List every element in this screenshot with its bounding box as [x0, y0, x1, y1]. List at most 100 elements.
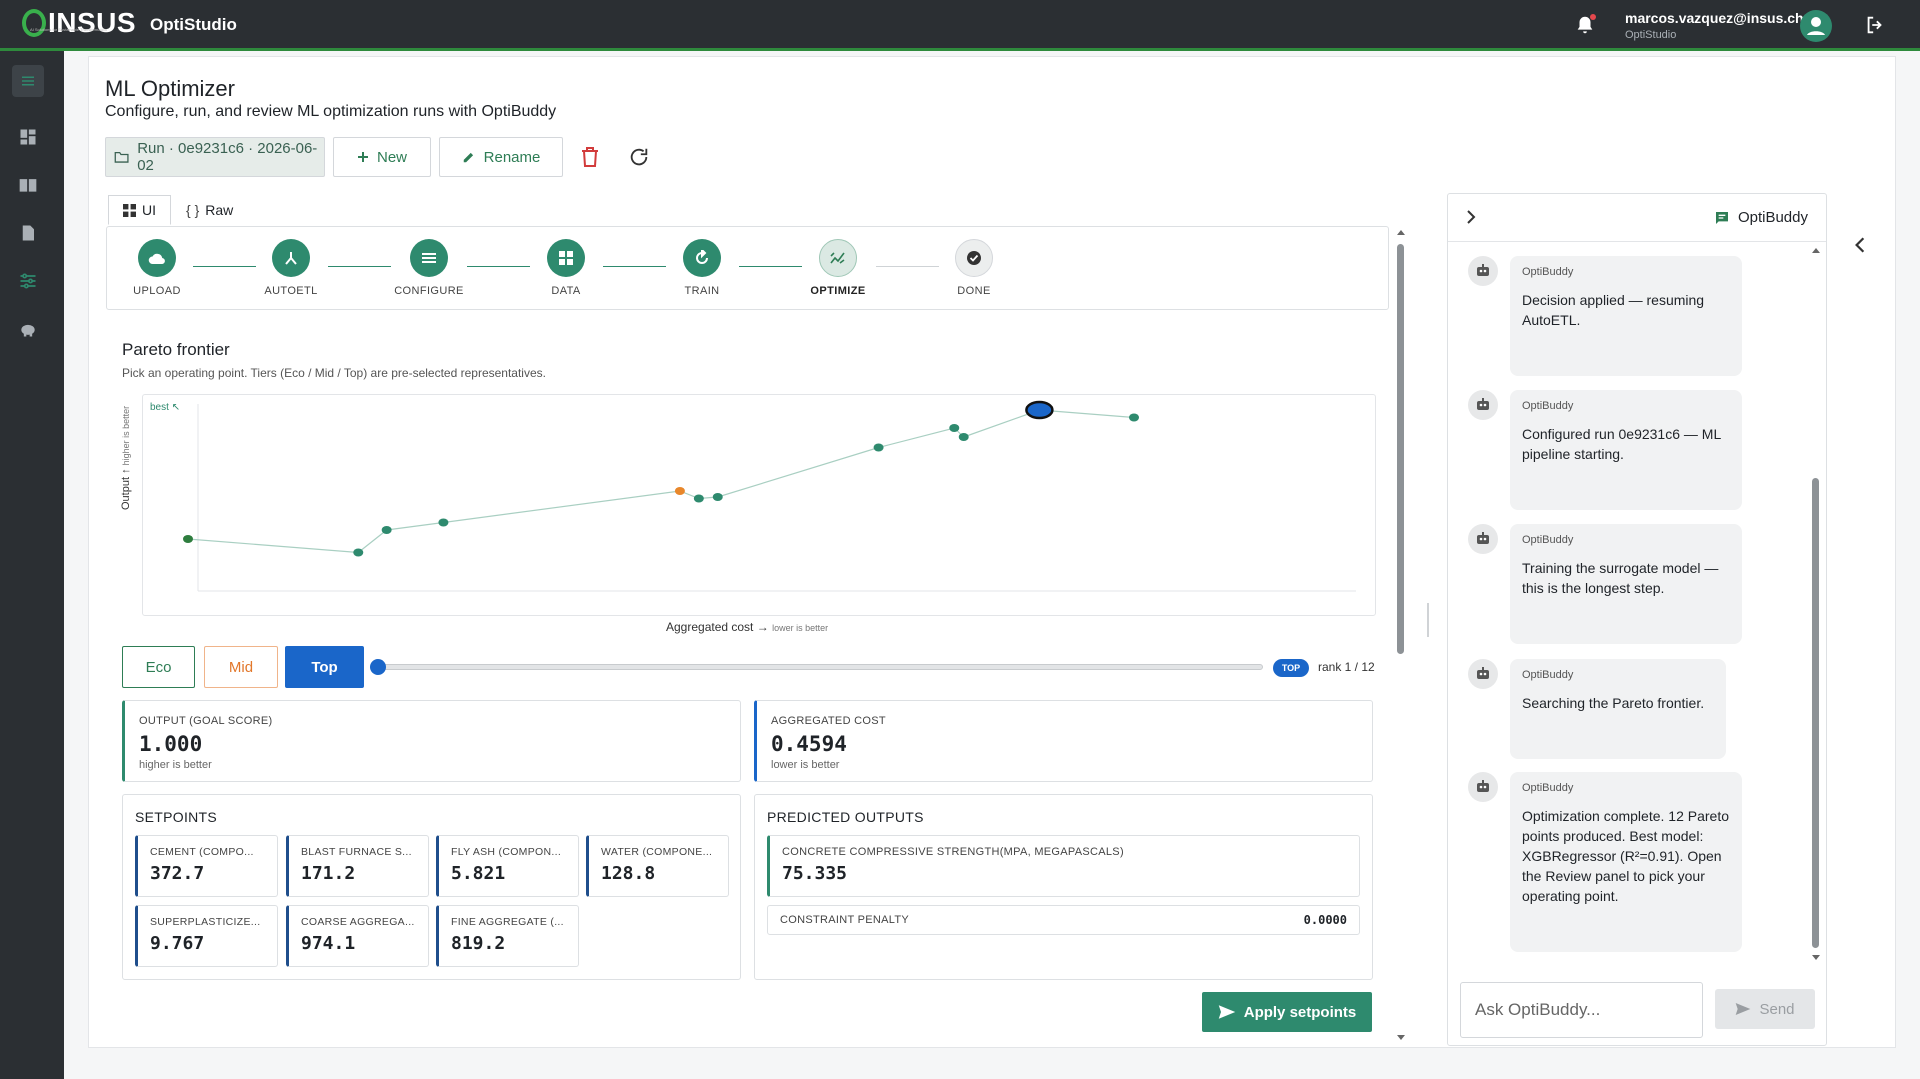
new-button[interactable]: New: [333, 137, 431, 177]
scroll-thumb[interactable]: [1812, 478, 1819, 948]
notification-bell-icon[interactable]: [1574, 14, 1596, 36]
apply-setpoints-button[interactable]: Apply setpoints: [1202, 992, 1372, 1032]
step-upload[interactable]: UPLOAD: [107, 239, 207, 297]
pareto-point[interactable]: [693, 494, 704, 503]
setpoint-card[interactable]: WATER (COMPONE... 128.8: [586, 835, 729, 897]
scroll-thumb[interactable]: [1397, 244, 1404, 654]
penalty-label: CONSTRAINT PENALTY: [780, 914, 910, 926]
view-tabs: UI { } Raw: [108, 195, 248, 225]
setpoint-value: 819.2: [451, 933, 506, 954]
delete-icon[interactable]: [580, 146, 600, 173]
penalty-value: 0.0000: [1303, 913, 1347, 927]
resize-handle[interactable]: [1427, 603, 1429, 637]
step-label: DATA: [551, 285, 581, 297]
bot-avatar-icon: [1468, 524, 1498, 554]
tier-top-button[interactable]: Top: [285, 646, 364, 688]
book-icon[interactable]: [12, 169, 44, 201]
refresh-icon[interactable]: [628, 146, 650, 173]
pareto-point-selected[interactable]: [1025, 400, 1054, 420]
setpoint-card[interactable]: BLAST FURNACE S... 171.2: [286, 835, 429, 897]
setpoint-card[interactable]: COARSE AGGREGA... 974.1: [286, 905, 429, 967]
step-configure[interactable]: CONFIGURE: [379, 239, 479, 297]
rename-button[interactable]: Rename: [439, 137, 563, 177]
setpoint-value: 128.8: [601, 863, 656, 884]
setpoint-card[interactable]: CEMENT (COMPO... 372.7: [135, 835, 278, 897]
step-done[interactable]: DONE: [924, 239, 1024, 297]
strength-card: CONCRETE COMPRESSIVE STRENGTH(MPA, MEGAP…: [767, 835, 1360, 897]
piggy-bank-icon[interactable]: [12, 313, 44, 345]
pareto-point[interactable]: [183, 535, 193, 543]
pareto-point[interactable]: [438, 518, 449, 527]
step-label: DONE: [957, 285, 991, 297]
content-scrollbar[interactable]: [1394, 226, 1408, 1042]
setpoint-card[interactable]: FINE AGGREGATE (... 819.2: [436, 905, 579, 967]
cost-kpi-card: AGGREGATED COST 0.4594 lower is better: [754, 700, 1373, 782]
user-info[interactable]: marcos.vazquez@insus.ch OptiStudio: [1625, 10, 1804, 41]
pareto-point[interactable]: [353, 548, 364, 557]
step-autoetl[interactable]: AUTOETL: [241, 239, 341, 297]
pareto-point[interactable]: [949, 424, 960, 432]
pareto-point[interactable]: [1129, 413, 1139, 422]
pipeline-stepper: UPLOAD AUTOETL CONFIGURE DATA TRAIN OPTI…: [106, 226, 1389, 310]
menu-icon[interactable]: [12, 65, 44, 97]
predicted-outputs-panel: PREDICTED OUTPUTS CONCRETE COMPRESSIVE S…: [754, 794, 1373, 980]
app-name: OptiStudio: [150, 15, 237, 34]
page-title: ML Optimizer: [105, 76, 235, 101]
setpoint-label: BLAST FURNACE S...: [301, 846, 412, 858]
chat-message: OptiBuddy Decision applied — resuming Aut…: [1510, 256, 1742, 376]
pareto-point[interactable]: [958, 433, 969, 441]
pareto-point[interactable]: [712, 493, 723, 501]
message-text: Decision applied — resuming AutoETL.: [1522, 292, 1705, 328]
scroll-up-icon[interactable]: [1396, 228, 1406, 236]
chat-message: OptiBuddy Configured run 0e9231c6 — ML pi…: [1510, 390, 1742, 510]
step-optimize[interactable]: OPTIMIZE: [788, 239, 888, 297]
tier-eco-button[interactable]: Eco: [122, 646, 195, 688]
upload-cloud-icon: [148, 253, 165, 265]
setpoint-card[interactable]: FLY ASH (COMPON... 5.821: [436, 835, 579, 897]
tab-ui[interactable]: UI: [108, 195, 171, 225]
slider-knob[interactable]: [370, 659, 386, 675]
pareto-point[interactable]: [873, 443, 884, 452]
logo-mark-icon: [22, 9, 46, 37]
rank-slider[interactable]: [370, 659, 1263, 675]
scroll-down-icon[interactable]: [1811, 954, 1821, 962]
chevron-left-icon[interactable]: [1853, 236, 1873, 256]
send-button[interactable]: Send: [1715, 989, 1815, 1029]
tier-mid-button[interactable]: Mid: [204, 646, 278, 688]
optimize-icon: [830, 252, 845, 264]
pareto-point[interactable]: [674, 487, 685, 495]
chat-input[interactable]: Ask OptiBuddy...: [1460, 982, 1703, 1038]
tune-icon[interactable]: [12, 265, 44, 297]
logout-icon[interactable]: [1864, 14, 1886, 36]
pareto-chart[interactable]: [142, 394, 1376, 616]
step-train[interactable]: TRAIN: [652, 239, 752, 297]
setpoint-label: COARSE AGGREGA...: [301, 916, 415, 928]
step-label: UPLOAD: [133, 285, 181, 297]
run-selector[interactable]: Run · 0e9231c6 · 2026-06-02: [105, 137, 325, 177]
output-kpi-card: OUTPUT (GOAL SCORE) 1.000 higher is bett…: [122, 700, 741, 782]
insus-logo[interactable]: INSUS: [22, 9, 136, 37]
chevron-right-icon[interactable]: [1464, 209, 1478, 230]
rename-label: Rename: [483, 148, 541, 166]
document-icon[interactable]: [12, 217, 44, 249]
pareto-point[interactable]: [381, 526, 392, 534]
strength-value: 75.335: [782, 863, 848, 884]
setpoint-card[interactable]: SUPERPLASTICIZE... 9.767: [135, 905, 278, 967]
send-icon: [1218, 1005, 1235, 1019]
scroll-up-icon[interactable]: [1811, 246, 1821, 254]
avatar[interactable]: [1800, 10, 1832, 42]
step-data[interactable]: DATA: [516, 239, 616, 297]
dashboard-icon[interactable]: [12, 121, 44, 153]
pareto-frontier-line: [187, 409, 1135, 554]
top-bar-accent: [0, 48, 1920, 51]
message-author: OptiBuddy: [1522, 534, 1574, 546]
bot-avatar-icon: [1468, 772, 1498, 802]
kpi-note: lower is better: [771, 759, 840, 771]
step-label: CONFIGURE: [394, 285, 464, 297]
step-label: TRAIN: [684, 285, 720, 297]
message-author: OptiBuddy: [1522, 266, 1574, 278]
scroll-down-icon[interactable]: [1396, 1034, 1406, 1042]
tab-raw[interactable]: { } Raw: [171, 195, 248, 225]
chat-scrollbar[interactable]: [1810, 246, 1822, 962]
setpoint-value: 974.1: [301, 933, 356, 954]
